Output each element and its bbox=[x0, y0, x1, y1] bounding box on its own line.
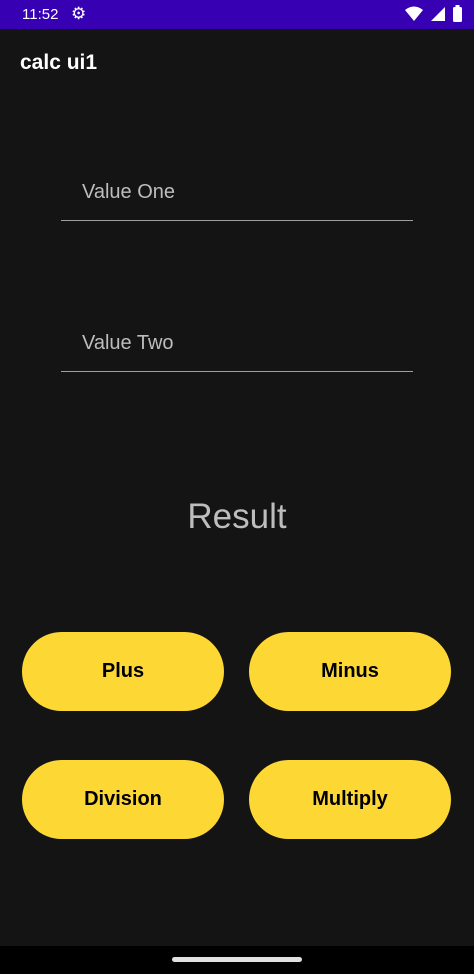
minus-button[interactable]: Minus bbox=[249, 632, 451, 711]
status-icons bbox=[405, 5, 462, 22]
value-two-field bbox=[61, 311, 413, 372]
status-time: 11:52 bbox=[22, 6, 59, 23]
home-gesture-handle[interactable] bbox=[172, 957, 302, 962]
wifi-icon bbox=[405, 6, 423, 21]
battery-icon bbox=[453, 5, 462, 22]
value-one-field bbox=[61, 160, 413, 221]
value-two-input[interactable] bbox=[80, 331, 404, 356]
multiply-button[interactable]: Multiply bbox=[249, 760, 451, 839]
result-text: Result bbox=[187, 497, 287, 536]
signal-icon bbox=[431, 6, 445, 21]
division-button[interactable]: Division bbox=[22, 760, 224, 839]
app-bar: calc ui1 bbox=[0, 29, 474, 99]
status-bar: 11:52 ⚙ bbox=[0, 0, 474, 29]
navigation-bar bbox=[0, 946, 474, 974]
app-title: calc ui1 bbox=[20, 51, 98, 74]
plus-button[interactable]: Plus bbox=[22, 632, 224, 711]
settings-icon: ⚙ bbox=[71, 4, 87, 23]
value-one-input[interactable] bbox=[80, 180, 404, 205]
